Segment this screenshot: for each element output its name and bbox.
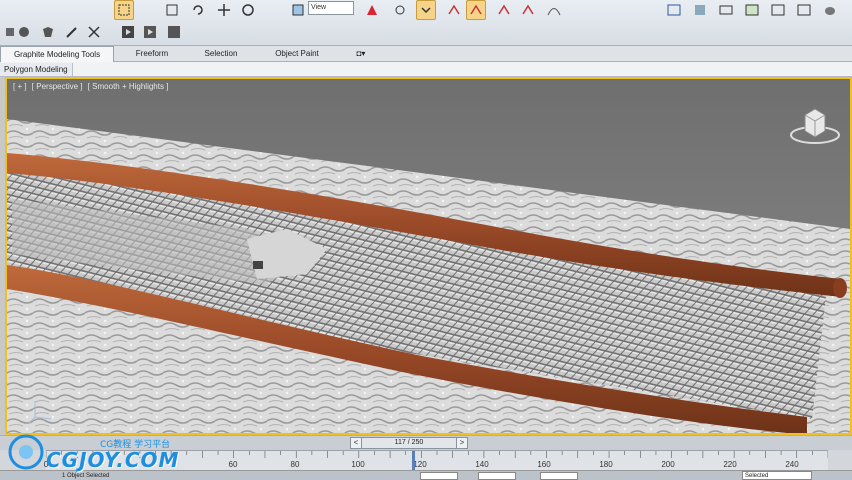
material-editor-icon[interactable]: [690, 0, 710, 20]
tab-object-paint[interactable]: Object Paint: [262, 46, 332, 62]
select-region-icon[interactable]: [114, 0, 134, 20]
tick-label: 180: [599, 460, 613, 469]
tick-label: 60: [228, 460, 238, 469]
tick-label: 200: [661, 460, 675, 469]
tick-label: 80: [290, 460, 300, 469]
ribbon-panel: Polygon Modeling: [0, 62, 852, 77]
max-window: View Graphite Modeling Tools Freeform Se…: [0, 0, 852, 480]
render-production-icon[interactable]: [794, 0, 814, 20]
x-coordinate-field[interactable]: [420, 472, 458, 480]
mirror-icon[interactable]: [466, 0, 486, 20]
viewport-menu-plus[interactable]: [ + ]: [13, 82, 27, 91]
scale-icon[interactable]: [288, 0, 308, 20]
record-icon[interactable]: [140, 22, 160, 42]
current-frame-marker[interactable]: [411, 451, 415, 471]
viewport-label[interactable]: [ + ] [ Perspective ] [ Smooth + Highlig…: [13, 82, 171, 91]
viewcube-icon[interactable]: [788, 103, 842, 147]
rotate-icon[interactable]: [238, 0, 258, 20]
main-toolbar: View: [0, 0, 852, 46]
align-icon[interactable]: [494, 0, 514, 20]
toolbar-row-1: View: [0, 0, 852, 22]
tick-label: 140: [475, 460, 489, 469]
polygon-modeling-panel[interactable]: Polygon Modeling: [0, 63, 73, 76]
curve-editor-icon[interactable]: [84, 22, 104, 42]
y-coordinate-field[interactable]: [478, 472, 516, 480]
move-icon[interactable]: [214, 0, 234, 20]
cgjoy-watermark: CG教程 学习平台 CGJOY.COM: [4, 428, 204, 478]
tab-selection[interactable]: Selection: [190, 46, 252, 62]
ribbon-tabs: Graphite Modeling Tools Freeform Selecti…: [0, 46, 852, 62]
tick-label: 100: [351, 460, 365, 469]
rectangle-icon[interactable]: [162, 0, 182, 20]
render-icon[interactable]: [164, 22, 184, 42]
frame-counter[interactable]: 117 / 250: [362, 437, 456, 449]
play-icon[interactable]: [118, 22, 138, 42]
tab-freeform[interactable]: Freeform: [120, 46, 184, 62]
selection-set-dropdown[interactable]: Selected: [742, 471, 812, 480]
tick-label: 120: [413, 460, 427, 469]
render-icon[interactable]: [768, 0, 788, 20]
layer-icon[interactable]: [518, 0, 538, 20]
sphere-icon[interactable]: [14, 22, 34, 42]
named-selection-icon[interactable]: [444, 0, 464, 20]
time-slider[interactable]: < 117 / 250 >: [350, 437, 468, 449]
viewport-scene[interactable]: [7, 79, 850, 433]
z-coordinate-field[interactable]: [540, 472, 578, 480]
teapot-icon[interactable]: [820, 0, 840, 20]
tick-label: 240: [785, 460, 799, 469]
tick-label: 220: [723, 460, 737, 469]
undo-icon[interactable]: [188, 0, 208, 20]
prev-frame-button[interactable]: <: [350, 437, 362, 449]
viewport-shading-label[interactable]: [ Smooth + Highlights ]: [88, 82, 169, 91]
snap-icon[interactable]: [362, 0, 382, 20]
percent-snap-icon[interactable]: [390, 0, 410, 20]
watermark-brand: CGJOY.COM: [46, 448, 180, 472]
render-setup-icon[interactable]: [716, 0, 736, 20]
cgjoy-logo-icon: [8, 434, 44, 470]
toolbar-row-2: [0, 22, 852, 44]
next-frame-button[interactable]: >: [456, 437, 468, 449]
viewport-pov-label[interactable]: [ Perspective ]: [32, 82, 83, 91]
wrench-icon[interactable]: [62, 22, 82, 42]
perspective-viewport[interactable]: [ + ] [ Perspective ] [ Smooth + Highlig…: [5, 77, 852, 435]
rendered-frame-icon[interactable]: [742, 0, 762, 20]
view-dropdown[interactable]: View: [308, 1, 354, 15]
schematic-icon[interactable]: [664, 0, 684, 20]
tick-label: 160: [537, 460, 551, 469]
spinner-snap-icon[interactable]: [416, 0, 436, 20]
curve-editor-icon[interactable]: [544, 0, 564, 20]
teapot-icon[interactable]: [38, 22, 58, 42]
axis-tripod-icon: [28, 401, 52, 424]
tab-graphite-modeling-tools[interactable]: Graphite Modeling Tools: [0, 46, 114, 62]
ribbon-options-icon[interactable]: ◘▾: [350, 46, 372, 62]
